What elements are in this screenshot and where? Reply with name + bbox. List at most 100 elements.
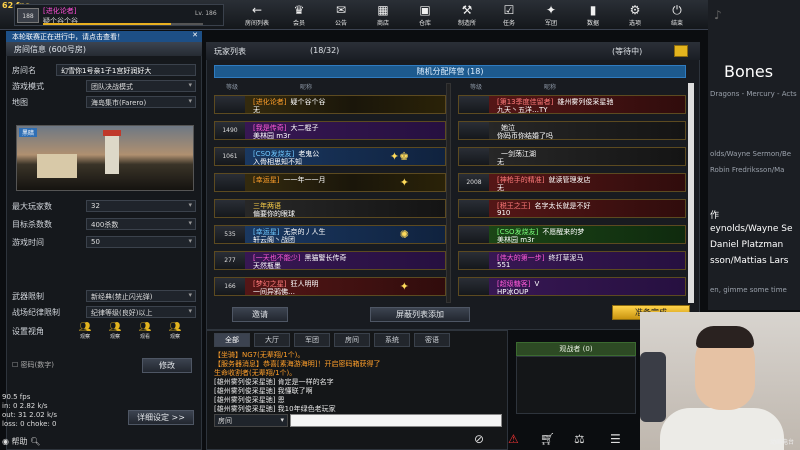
setting-select[interactable]: 32 ▾ — [86, 200, 196, 212]
player-rank — [459, 252, 489, 269]
player-slot[interactable]: 她泣 你码币你结婚了吗 — [458, 121, 686, 140]
right-scrollbar[interactable] — [688, 83, 694, 303]
nav-storage[interactable]: ▣ 仓库 — [406, 3, 444, 29]
player-title: [神枪手的精准] 就读管理发店 — [497, 175, 590, 185]
room-field-value[interactable]: 海岛集市(Farero) ▾ — [86, 96, 196, 108]
nav-clan[interactable]: ✦ 军团 — [532, 3, 570, 29]
player-slot[interactable]: 三年两语 偏要你的眼球 — [214, 199, 446, 218]
person-icon: 👥︎ — [78, 322, 92, 333]
chat-tab[interactable]: 密语 — [414, 333, 450, 347]
col-name-left: 昵称 — [300, 84, 313, 91]
player-clan: 你码币你结婚了吗 — [497, 132, 553, 140]
pause-button[interactable] — [674, 45, 688, 57]
room-field-label: 地图 — [12, 98, 28, 107]
stats-icon: ▮ — [589, 3, 597, 17]
nav-options[interactable]: ⚙ 选项 — [616, 3, 654, 29]
help-button[interactable]: ◉ 帮助 🔍︎ — [2, 436, 40, 447]
invite-button[interactable]: 邀请 — [232, 307, 288, 322]
setting-label: 武器限制 — [12, 292, 44, 301]
player-rank — [459, 96, 489, 113]
compass-icon[interactable]: ⊘ — [474, 432, 484, 446]
stream-chat-line: Daniel Platzman — [710, 240, 784, 250]
player-slot[interactable]: [税王之王] 名字太长就是不好 910 — [458, 199, 686, 218]
chat-tab[interactable]: 系统 — [374, 333, 410, 347]
player-slot[interactable]: [CSO发烧友] 不愿醒来的梦 美林园 m3r — [458, 225, 686, 244]
close-icon[interactable]: ✕ — [192, 31, 198, 39]
col-name-right: 昵称 — [544, 84, 557, 91]
player-name: 终打草泥马 — [548, 254, 584, 262]
player-slot[interactable]: 1061 [CSO发烧友] 老鬼公 入骨相思知不知 ✦♚ — [214, 147, 446, 166]
nav-mission[interactable]: ☑ 任务 — [490, 3, 528, 29]
player-rank — [459, 278, 489, 295]
rank-badge: 188 — [17, 8, 39, 23]
player-clan: 美林园 m3r — [253, 132, 291, 140]
nav-vip[interactable]: ♛ 会员 — [280, 3, 318, 29]
notice-bar[interactable]: 本轮联赛正在进行中，请点击查看！ ✕ — [6, 31, 202, 42]
room-field-value[interactable]: 团队决战模式 ▾ — [86, 80, 196, 92]
player-slot[interactable]: [伟大的第一步] 终打草泥马 551 — [458, 251, 686, 270]
setting-select[interactable]: 纪律等级(良好)以上 ▾ — [86, 306, 196, 318]
player-slot[interactable]: 166 [梦幻之星] 狂人明明 一间异鸦佛… ✦ — [214, 277, 446, 296]
chat-tab[interactable]: 大厅 — [254, 333, 290, 347]
view-option[interactable]: 👥︎ 观察 — [162, 322, 188, 344]
setting-value: 新经典(禁止闪光弹) — [91, 293, 153, 301]
nav-shop[interactable]: ▦ 商店 — [364, 3, 402, 29]
player-rank — [215, 174, 245, 191]
chevron-down-icon: ▾ — [188, 219, 192, 227]
view-option[interactable]: 👥︎ 观察 — [72, 322, 98, 344]
search-icon[interactable]: 🔍︎ — [30, 437, 40, 446]
setting-select[interactable]: 50 ▾ — [86, 236, 196, 248]
player-clan: 无 — [253, 106, 260, 114]
storage-icon: ▣ — [419, 3, 431, 17]
player-slot[interactable]: [幸运星] 一一年一一月 ✦ — [214, 173, 446, 192]
nav-exit[interactable]: ⏻ 结束 — [658, 3, 696, 29]
player-slot[interactable]: 2008 [神枪手的精准] 就读管理发店无 — [458, 173, 686, 192]
player-clan: 一间异鸦佛… — [253, 288, 295, 296]
chat-tab[interactable]: 军团 — [294, 333, 330, 347]
player-clan: 551 — [497, 261, 511, 269]
nav-craft[interactable]: ⚒ 制造所 — [448, 3, 486, 29]
player-name: V — [534, 280, 540, 288]
password-checkbox[interactable]: ☐ 密码(数字) — [12, 360, 54, 370]
nav-stats[interactable]: ▮ 数据 — [574, 3, 612, 29]
person-icon: 👥︎ — [138, 322, 152, 333]
person-icon: 👥︎ — [168, 322, 182, 333]
player-slot[interactable]: 一剑荡江湖无 — [458, 147, 686, 166]
left-scrollbar[interactable] — [446, 83, 451, 303]
chat-tab[interactable]: 全部 — [214, 333, 250, 347]
setting-select[interactable]: 400杀数 ▾ — [86, 218, 196, 230]
player-rank: 277 — [215, 252, 245, 269]
balance-icon[interactable]: ⚖ — [574, 432, 585, 446]
player-name: 不愿醒来的梦 — [542, 228, 585, 236]
room-field-text: 幻雪你1号亲1子1宫好润好大 — [61, 67, 152, 75]
player-rank — [459, 200, 489, 217]
setting-select[interactable]: 新经典(禁止闪光弹) ▾ — [86, 290, 196, 302]
chevron-down-icon: ▾ — [188, 97, 192, 105]
stream-chat-line: eynolds/Wayne Se — [710, 224, 793, 234]
player-slot[interactable]: 277 [一天也不能少] 黑猫警长传奇 天然瓶墨 — [214, 251, 446, 270]
modify-button[interactable]: 修改 — [142, 358, 192, 373]
player-clan: 九天丶五洋…TY — [497, 106, 548, 114]
chat-channel-select[interactable]: 房间 ▾ — [214, 414, 288, 427]
nav-stats-label: 数据 — [586, 20, 599, 27]
list-icon[interactable]: ☰ — [610, 432, 621, 446]
nav-notice[interactable]: ✉ 公告 — [322, 3, 360, 29]
player-slot[interactable]: 535 [幸运星] 无奈的丿人生 轩云阁丶战团 ✺ — [214, 225, 446, 244]
player-slot[interactable]: [超级糖客] V HP冰OUP — [458, 277, 686, 296]
chat-input[interactable] — [290, 414, 502, 427]
player-slot[interactable]: 1490 [我是传奇] 大二棍子 美林园 m3r — [214, 121, 446, 140]
cart-icon[interactable]: 🛒︎ — [540, 432, 555, 446]
player-slot[interactable]: [进化论者] 疑个谷个谷无 — [214, 95, 446, 114]
player-clan: 偏要你的眼球 — [253, 210, 295, 218]
view-option[interactable]: 👥︎ 观察 — [102, 322, 128, 344]
room-field-value[interactable]: 幻雪你1号亲1子1宫好润好大 — [56, 64, 196, 76]
detail-settings-button[interactable]: 详细设定 >> — [128, 410, 194, 425]
block-list-button[interactable]: 屏蔽列表添加 — [370, 307, 470, 322]
alert-icon[interactable]: ⚠ — [508, 432, 519, 446]
nav-back[interactable]: ← 房间列表 — [238, 3, 276, 29]
setting-value: 50 — [91, 238, 100, 246]
chevron-down-icon: ▾ — [280, 416, 284, 424]
chat-tab[interactable]: 房间 — [334, 333, 370, 347]
player-slot[interactable]: [第13季度佳留者] 雄州雾列俊采星驰 九天丶五洋…TY — [458, 95, 686, 114]
view-option[interactable]: 👥︎ 观看 — [132, 322, 158, 344]
